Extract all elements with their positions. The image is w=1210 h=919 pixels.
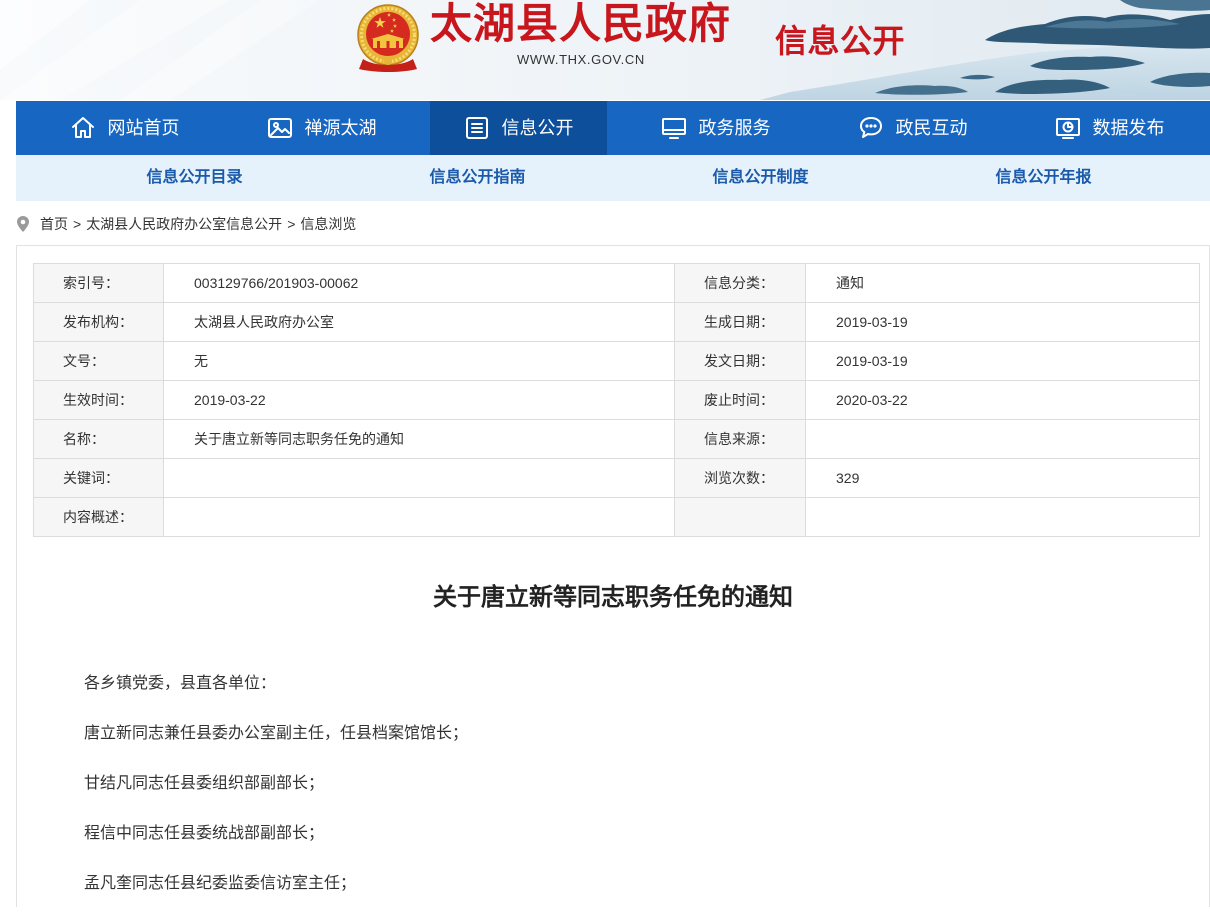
info-value [163,458,675,498]
nav-item-label: 政民互动 [895,118,968,138]
nav-item-label: 网站首页 [107,118,180,138]
table-row: 生效时间： 2019-03-22 废止时间： 2020-03-22 [33,380,1200,420]
nav-item-chanyuan[interactable]: 禅源太湖 [233,101,410,155]
info-value: 2019-03-19 [805,302,1200,342]
nav-item-gov-services[interactable]: 政务服务 [627,101,804,155]
subnav-item-guide[interactable]: 信息公开指南 [336,155,619,201]
subnav-item-annual-report[interactable]: 信息公开年报 [902,155,1185,201]
nav-item-info-disclosure[interactable]: 信息公开 [430,101,607,155]
nav-item-label: 禅源太湖 [304,118,377,138]
info-label: 生效时间： [33,380,164,420]
monitor-icon [661,115,687,141]
info-value: 329 [805,458,1200,498]
breadcrumb-current: 信息浏览 [300,216,357,232]
breadcrumb-link-home[interactable]: 首页 [40,214,68,234]
table-row: 发布机构： 太湖县人民政府办公室 生成日期： 2019-03-19 [33,302,1200,342]
info-table: 索引号： 003129766/201903-00062 信息分类： 通知 发布机… [33,263,1200,537]
info-label: 发文日期： [674,341,806,381]
info-label: 信息来源： [674,419,806,459]
home-icon [70,115,96,141]
info-label: 信息分类： [674,263,806,303]
site-url: WWW.THX.GOV.CN [517,52,645,67]
breadcrumb: 首页 > 太湖县人民政府办公室信息公开 > 信息浏览 [17,212,356,236]
article-title: 关于唐立新等同志职务任免的通知 [433,584,793,611]
list-icon [464,115,490,141]
article-paragraph: 甘结凡同志任县委组织部副部长； [84,775,325,792]
info-label: 关键词： [33,458,164,498]
subnav-item-system[interactable]: 信息公开制度 [619,155,902,201]
info-value: 2020-03-22 [805,380,1200,420]
table-row: 索引号： 003129766/201903-00062 信息分类： 通知 [33,263,1200,303]
site-title: 太湖县人民政府 [430,2,732,48]
info-label: 文号： [33,341,164,381]
breadcrumb-separator: > [287,216,296,232]
article-paragraph: 各乡镇党委，县直各单位： [84,675,277,692]
info-label [674,497,806,537]
info-value: 关于唐立新等同志职务任免的通知 [163,419,675,459]
site-header: 太湖县人民政府 WWW.THX.GOV.CN 信息公开 [0,0,1210,100]
nav-item-label: 信息公开 [501,118,574,138]
article-paragraph: 唐立新同志兼任县委办公室副主任，任县档案馆馆长； [84,725,469,742]
info-label: 废止时间： [674,380,806,420]
info-value [163,497,675,537]
info-value: 2019-03-22 [163,380,675,420]
table-row: 名称： 关于唐立新等同志职务任免的通知 信息来源： [33,419,1200,459]
article-paragraph: 孟凡奎同志任县纪委监委信访室主任； [84,875,357,892]
section-title: 信息公开 [775,23,906,59]
chart-screen-icon [1055,115,1081,141]
nav-item-label: 政务服务 [698,118,771,138]
location-pin-icon [17,216,29,232]
info-label: 生成日期： [674,302,806,342]
nav-item-label: 数据发布 [1092,118,1165,138]
sub-nav: 信息公开目录 信息公开指南 信息公开制度 信息公开年报 [16,155,1210,201]
table-row: 关键词： 浏览次数： 329 [33,458,1200,498]
content-panel: 索引号： 003129766/201903-00062 信息分类： 通知 发布机… [16,245,1210,907]
info-value: 太湖县人民政府办公室 [163,302,675,342]
info-value: 003129766/201903-00062 [163,263,675,303]
nav-item-interaction[interactable]: 政民互动 [824,101,1001,155]
info-value: 通知 [805,263,1200,303]
nav-item-home[interactable]: 网站首页 [36,101,213,155]
info-value: 无 [163,341,675,381]
article-paragraph: 程信中同志任县委统战部副部长； [84,825,325,842]
info-value: 2019-03-19 [805,341,1200,381]
breadcrumb-separator: > [73,216,82,232]
article-body: 各乡镇党委，县直各单位： 唐立新同志兼任县委办公室副主任，任县档案馆馆长； 甘结… [84,669,1164,919]
subnav-item-catalog[interactable]: 信息公开目录 [53,155,336,201]
info-label: 索引号： [33,263,164,303]
info-value [805,497,1200,537]
nav-item-data-release[interactable]: 数据发布 [1021,101,1198,155]
chat-icon [858,115,884,141]
breadcrumb-link-office[interactable]: 太湖县人民政府办公室信息公开 [86,214,282,234]
info-label: 名称： [33,419,164,459]
info-label: 浏览次数： [674,458,806,498]
image-icon [267,115,293,141]
main-nav: 网站首页 禅源太湖 信息公开 政务服务 政民互动 数据发布 [16,101,1210,155]
info-label: 发布机构： [33,302,164,342]
national-emblem-icon [357,4,419,72]
info-label: 内容概述： [33,497,164,537]
table-row: 文号： 无 发文日期： 2019-03-19 [33,341,1200,381]
info-value [805,419,1200,459]
table-row: 内容概述： [33,497,1200,537]
